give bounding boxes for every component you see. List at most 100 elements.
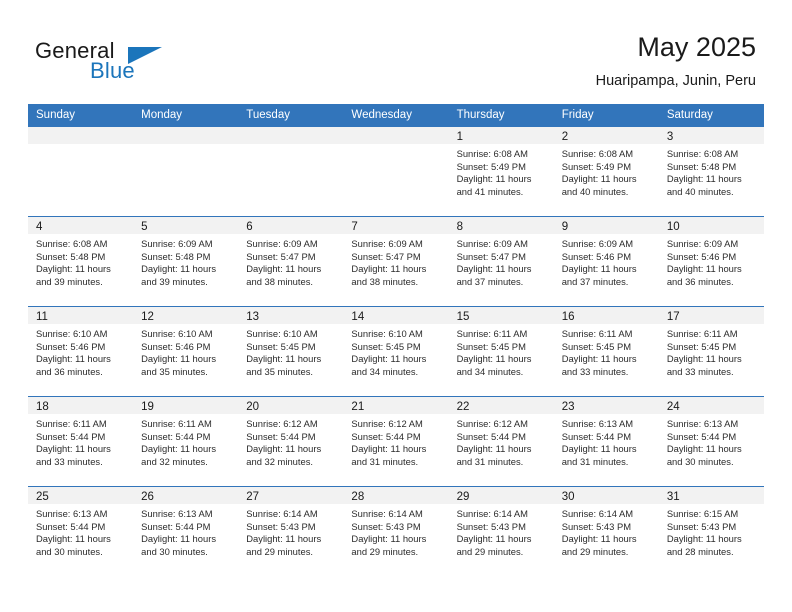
day-cell[interactable]: 3 Sunrise: 6:08 AM Sunset: 5:48 PM Dayli…: [658, 127, 764, 216]
day-cell[interactable]: [238, 127, 344, 216]
daylight-text-line1: Daylight: 11 hours: [666, 443, 742, 455]
day-details: Sunrise: 6:11 AM Sunset: 5:44 PM Dayligh…: [28, 414, 133, 468]
day-cell[interactable]: 17 Sunrise: 6:11 AM Sunset: 5:45 PM Dayl…: [658, 307, 764, 396]
sunset-text: Sunset: 5:46 PM: [36, 340, 106, 352]
day-cell[interactable]: 21 Sunrise: 6:12 AM Sunset: 5:44 PM Dayl…: [343, 397, 449, 486]
day-cell[interactable]: 5 Sunrise: 6:09 AM Sunset: 5:48 PM Dayli…: [133, 217, 239, 306]
day-details: Sunrise: 6:13 AM Sunset: 5:44 PM Dayligh…: [554, 414, 659, 468]
sunset-text: Sunset: 5:46 PM: [561, 250, 632, 262]
sunrise-text: Sunrise: 6:09 AM: [351, 238, 423, 249]
daylight-text-line2: and 36 minutes.: [666, 275, 734, 287]
day-details: Sunrise: 6:14 AM Sunset: 5:43 PM Dayligh…: [449, 504, 554, 558]
sunset-text: Sunset: 5:44 PM: [456, 430, 526, 442]
day-cell[interactable]: 7 Sunrise: 6:09 AM Sunset: 5:47 PM Dayli…: [343, 217, 449, 306]
daylight-text-line2: and 40 minutes.: [561, 185, 629, 197]
day-cell[interactable]: 29 Sunrise: 6:14 AM Sunset: 5:43 PM Dayl…: [448, 487, 554, 576]
day-details: Sunrise: 6:08 AM Sunset: 5:49 PM Dayligh…: [449, 144, 554, 198]
sunrise-text: Sunrise: 6:14 AM: [561, 508, 634, 519]
day-cell[interactable]: 28 Sunrise: 6:14 AM Sunset: 5:43 PM Dayl…: [343, 487, 449, 576]
sunset-text: Sunset: 5:43 PM: [246, 520, 316, 532]
day-number: 16: [561, 311, 575, 323]
day-cell[interactable]: 25 Sunrise: 6:13 AM Sunset: 5:44 PM Dayl…: [28, 487, 134, 576]
daylight-text-line2: and 31 minutes.: [561, 455, 629, 467]
sunrise-text: Sunrise: 6:14 AM: [246, 508, 318, 519]
sunset-text: Sunset: 5:46 PM: [141, 340, 211, 352]
day-cell[interactable]: 26 Sunrise: 6:13 AM Sunset: 5:44 PM Dayl…: [133, 487, 239, 576]
daylight-text-line1: Daylight: 11 hours: [246, 353, 322, 365]
day-cell[interactable]: 14 Sunrise: 6:10 AM Sunset: 5:45 PM Dayl…: [343, 307, 449, 396]
day-number-band: [238, 127, 344, 144]
day-cell[interactable]: 11 Sunrise: 6:10 AM Sunset: 5:46 PM Dayl…: [28, 307, 134, 396]
day-number-band: 31: [658, 487, 764, 504]
sunset-text: Sunset: 5:44 PM: [351, 430, 421, 442]
day-number: 6: [246, 221, 253, 233]
weekday-header-wednesday: Wednesday: [351, 109, 412, 121]
day-cell[interactable]: 4 Sunrise: 6:08 AM Sunset: 5:48 PM Dayli…: [28, 217, 134, 306]
day-number: 15: [456, 311, 470, 323]
day-cell[interactable]: 9 Sunrise: 6:09 AM Sunset: 5:46 PM Dayli…: [553, 217, 659, 306]
day-cell[interactable]: 15 Sunrise: 6:11 AM Sunset: 5:45 PM Dayl…: [448, 307, 554, 396]
day-cell[interactable]: 23 Sunrise: 6:13 AM Sunset: 5:44 PM Dayl…: [553, 397, 659, 486]
day-number-band: 22: [448, 397, 554, 414]
sunrise-text: Sunrise: 6:08 AM: [561, 148, 634, 159]
sunrise-text: Sunrise: 6:13 AM: [141, 508, 213, 519]
day-cell[interactable]: 1 Sunrise: 6:08 AM Sunset: 5:49 PM Dayli…: [448, 127, 554, 216]
day-cell[interactable]: 27 Sunrise: 6:14 AM Sunset: 5:43 PM Dayl…: [238, 487, 344, 576]
day-cell[interactable]: 18 Sunrise: 6:11 AM Sunset: 5:44 PM Dayl…: [28, 397, 134, 486]
day-cell[interactable]: 20 Sunrise: 6:12 AM Sunset: 5:44 PM Dayl…: [238, 397, 344, 486]
title-block: May 2025 Huaripampa, Junin, Peru: [596, 30, 756, 90]
daylight-text-line1: Daylight: 11 hours: [456, 533, 532, 545]
sunrise-text: Sunrise: 6:11 AM: [141, 418, 212, 429]
day-details: Sunrise: 6:10 AM Sunset: 5:45 PM Dayligh…: [238, 324, 343, 378]
sunrise-text: Sunrise: 6:11 AM: [666, 328, 738, 339]
sunset-text: Sunset: 5:49 PM: [561, 160, 632, 172]
day-details: Sunrise: 6:13 AM Sunset: 5:44 PM Dayligh…: [133, 504, 238, 558]
day-cell[interactable]: 16 Sunrise: 6:11 AM Sunset: 5:45 PM Dayl…: [553, 307, 659, 396]
day-cell[interactable]: 8 Sunrise: 6:09 AM Sunset: 5:47 PM Dayli…: [448, 217, 554, 306]
day-cell[interactable]: 22 Sunrise: 6:12 AM Sunset: 5:44 PM Dayl…: [448, 397, 554, 486]
brand-logo[interactable]: General Blue: [35, 38, 275, 88]
day-details: Sunrise: 6:12 AM Sunset: 5:44 PM Dayligh…: [238, 414, 343, 468]
day-details: Sunrise: 6:15 AM Sunset: 5:43 PM Dayligh…: [659, 504, 764, 558]
day-number: 11: [36, 311, 48, 323]
sunrise-text: Sunrise: 6:13 AM: [561, 418, 634, 429]
day-details: [238, 144, 343, 148]
day-number: 13: [246, 311, 260, 323]
day-cell[interactable]: 19 Sunrise: 6:11 AM Sunset: 5:44 PM Dayl…: [133, 397, 239, 486]
daylight-text-line1: Daylight: 11 hours: [456, 263, 532, 275]
day-cell[interactable]: 30 Sunrise: 6:14 AM Sunset: 5:43 PM Dayl…: [553, 487, 659, 576]
day-number: 30: [561, 491, 575, 503]
daylight-text-line2: and 29 minutes.: [351, 545, 419, 557]
day-cell[interactable]: 31 Sunrise: 6:15 AM Sunset: 5:43 PM Dayl…: [658, 487, 764, 576]
day-number: 17: [666, 311, 680, 323]
day-number: 22: [456, 401, 470, 413]
day-number: 2: [561, 131, 569, 143]
day-cell[interactable]: [133, 127, 239, 216]
sunset-text: Sunset: 5:46 PM: [666, 250, 737, 262]
daylight-text-line2: and 29 minutes.: [561, 545, 629, 557]
day-cell[interactable]: 2 Sunrise: 6:08 AM Sunset: 5:49 PM Dayli…: [553, 127, 659, 216]
sunrise-text: Sunrise: 6:12 AM: [351, 418, 423, 429]
day-cell[interactable]: 13 Sunrise: 6:10 AM Sunset: 5:45 PM Dayl…: [238, 307, 344, 396]
day-details: Sunrise: 6:11 AM Sunset: 5:45 PM Dayligh…: [659, 324, 764, 378]
day-cell[interactable]: 10 Sunrise: 6:09 AM Sunset: 5:46 PM Dayl…: [658, 217, 764, 306]
day-cell[interactable]: [28, 127, 134, 216]
day-number-band: 2: [553, 127, 659, 144]
day-details: Sunrise: 6:10 AM Sunset: 5:46 PM Dayligh…: [28, 324, 133, 378]
day-number: 7: [351, 221, 358, 233]
daylight-text-line2: and 32 minutes.: [141, 455, 208, 467]
daylight-text-line2: and 40 minutes.: [666, 185, 734, 197]
sunrise-text: Sunrise: 6:14 AM: [456, 508, 528, 519]
day-number-band: 20: [238, 397, 344, 414]
sunrise-text: Sunrise: 6:10 AM: [36, 328, 108, 339]
day-cell[interactable]: 24 Sunrise: 6:13 AM Sunset: 5:44 PM Dayl…: [658, 397, 764, 486]
day-cell[interactable]: 6 Sunrise: 6:09 AM Sunset: 5:47 PM Dayli…: [238, 217, 344, 306]
page-subtitle: Huaripampa, Junin, Peru: [595, 73, 756, 89]
day-cell[interactable]: 12 Sunrise: 6:10 AM Sunset: 5:46 PM Dayl…: [133, 307, 239, 396]
daylight-text-line1: Daylight: 11 hours: [141, 263, 217, 275]
sunset-text: Sunset: 5:44 PM: [141, 520, 211, 532]
day-cell[interactable]: [343, 127, 449, 216]
day-number: 1: [456, 131, 463, 143]
weekday-header-row: Sunday Monday Tuesday Wednesday Thursday…: [28, 104, 764, 126]
day-details: Sunrise: 6:12 AM Sunset: 5:44 PM Dayligh…: [449, 414, 554, 468]
